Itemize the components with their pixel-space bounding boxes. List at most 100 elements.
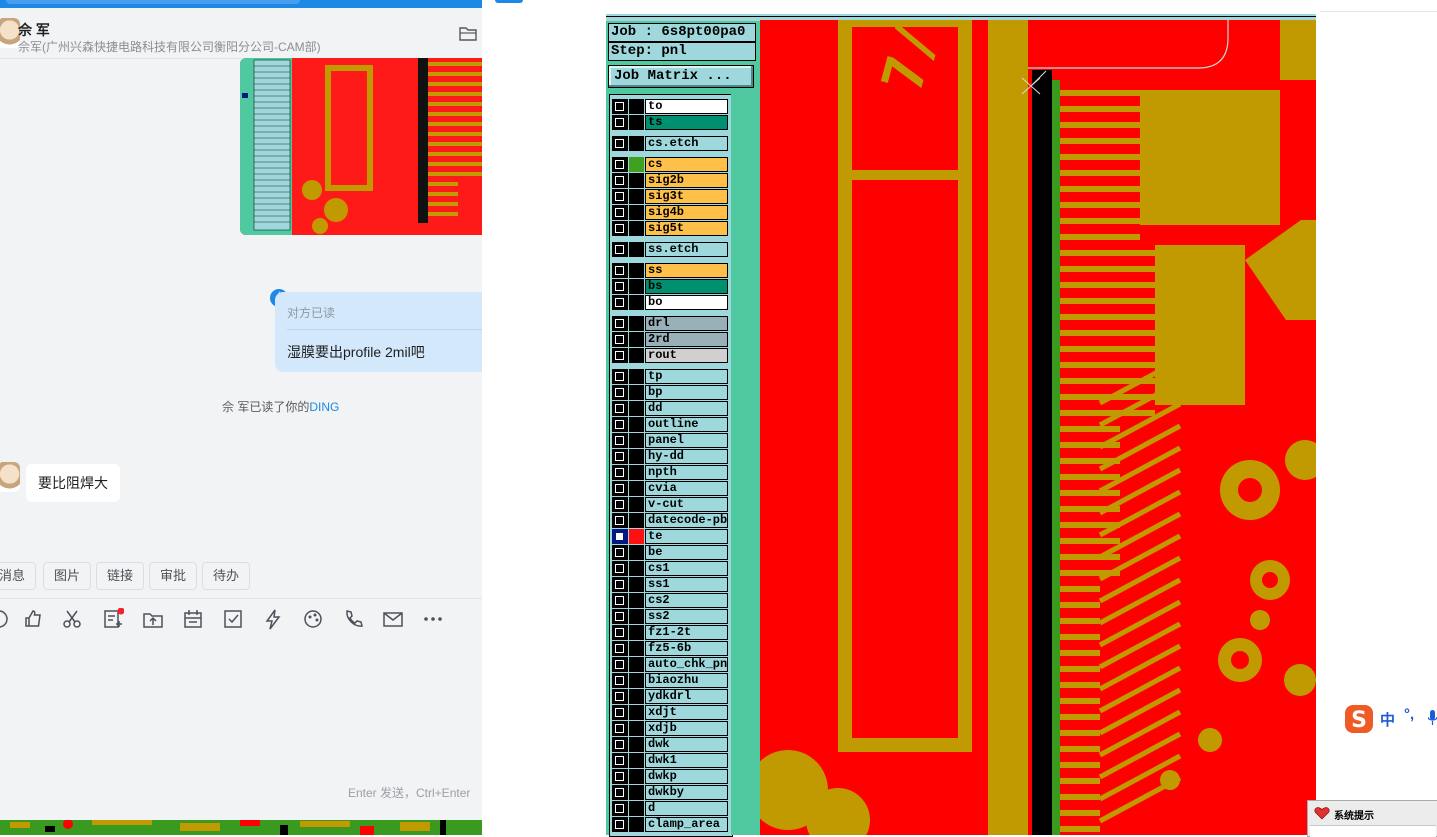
layer-color-swatch[interactable] <box>629 295 644 310</box>
sender-avatar[interactable] <box>0 462 20 492</box>
layer-name[interactable]: ts <box>645 115 728 130</box>
phone-icon[interactable] <box>342 608 364 630</box>
layer-row-ts[interactable]: ts <box>612 115 728 130</box>
layer-checkbox[interactable] <box>612 189 628 204</box>
layer-name[interactable]: ss.etch <box>645 242 728 257</box>
layer-checkbox[interactable] <box>612 115 628 130</box>
layer-row-te[interactable]: te <box>612 529 728 544</box>
layer-color-swatch[interactable] <box>629 497 644 512</box>
image-message-thumbnail[interactable] <box>240 58 482 235</box>
layer-checkbox[interactable] <box>612 242 628 257</box>
layer-name[interactable]: panel <box>645 433 728 448</box>
layer-color-swatch[interactable] <box>629 593 644 608</box>
layer-checkbox[interactable] <box>612 263 628 278</box>
layer-name[interactable]: bp <box>645 385 728 400</box>
layer-row-panel[interactable]: panel <box>612 433 728 448</box>
layer-checkbox[interactable] <box>612 625 628 640</box>
layer-checkbox[interactable] <box>612 577 628 592</box>
layer-row-dwkby[interactable]: dwkby <box>612 785 728 800</box>
layer-color-swatch[interactable] <box>629 801 644 816</box>
layer-name[interactable]: fz5-6b <box>645 641 728 656</box>
layer-name[interactable]: cs <box>645 157 728 172</box>
layer-row-drl[interactable]: drl <box>612 316 728 331</box>
layer-color-swatch[interactable] <box>629 577 644 592</box>
ime-toolbar[interactable]: S 中 °, <box>1342 702 1437 734</box>
layer-checkbox[interactable] <box>612 705 628 720</box>
layer-checkbox[interactable] <box>612 348 628 363</box>
layer-checkbox[interactable] <box>612 801 628 816</box>
layer-checkbox[interactable] <box>612 737 628 752</box>
layer-checkbox[interactable] <box>612 641 628 656</box>
layer-color-swatch[interactable] <box>629 609 644 624</box>
scissors-icon[interactable] <box>61 608 83 630</box>
layer-checkbox[interactable] <box>612 513 628 528</box>
layer-checkbox[interactable] <box>612 529 628 544</box>
layer-row-ydkdrl[interactable]: ydkdrl <box>612 689 728 704</box>
layer-color-swatch[interactable] <box>629 348 644 363</box>
layer-name[interactable]: ydkdrl <box>645 689 728 704</box>
ime-punctuation[interactable]: °, <box>1404 706 1414 723</box>
layer-row-ss[interactable]: ss <box>612 263 728 278</box>
layer-color-swatch[interactable] <box>629 561 644 576</box>
layer-color-swatch[interactable] <box>629 753 644 768</box>
layer-name[interactable]: dwk1 <box>645 753 728 768</box>
layer-row-dwk[interactable]: dwk <box>612 737 728 752</box>
layer-color-swatch[interactable] <box>629 316 644 331</box>
layer-name[interactable]: rout <box>645 348 728 363</box>
layer-name[interactable]: npth <box>645 465 728 480</box>
layer-row-2rd[interactable]: 2rd <box>612 332 728 347</box>
layer-checkbox[interactable] <box>612 433 628 448</box>
layer-checkbox[interactable] <box>612 205 628 220</box>
layer-color-swatch[interactable] <box>629 205 644 220</box>
layer-checkbox[interactable] <box>612 657 628 672</box>
layer-color-swatch[interactable] <box>629 279 644 294</box>
layer-color-swatch[interactable] <box>629 785 644 800</box>
layer-name[interactable]: cs1 <box>645 561 728 576</box>
layer-checkbox[interactable] <box>612 465 628 480</box>
layer-row-cs[interactable]: cs <box>612 157 728 172</box>
layer-row-ss2[interactable]: ss2 <box>612 609 728 624</box>
layer-name[interactable]: cs2 <box>645 593 728 608</box>
layer-color-swatch[interactable] <box>629 433 644 448</box>
layer-row-sig2b[interactable]: sig2b <box>612 173 728 188</box>
layer-row-dwk1[interactable]: dwk1 <box>612 753 728 768</box>
contact-name[interactable]: 佘 军 <box>18 20 50 40</box>
layer-row-cs1[interactable]: cs1 <box>612 561 728 576</box>
layer-scroll-area[interactable] <box>731 94 759 835</box>
layer-color-swatch[interactable] <box>629 136 644 151</box>
incoming-message-text[interactable]: 要比阻焊大 <box>26 464 120 502</box>
chip-message[interactable]: 消息 <box>0 562 37 590</box>
layer-row-hy-dd[interactable]: hy-dd <box>612 449 728 464</box>
layer-name[interactable]: dwkby <box>645 785 728 800</box>
layer-checkbox[interactable] <box>612 481 628 496</box>
layer-checkbox[interactable] <box>612 497 628 512</box>
pcb-canvas[interactable]: 7/ <box>760 20 1316 835</box>
layer-row-fz1-2t[interactable]: fz1-2t <box>612 625 728 640</box>
layer-name[interactable]: bs <box>645 279 728 294</box>
layer-name[interactable]: ss2 <box>645 609 728 624</box>
system-prompt-window[interactable]: 系统提示 <box>1307 800 1437 837</box>
layer-row-biaozhu[interactable]: biaozhu <box>612 673 728 688</box>
layer-row-npth[interactable]: npth <box>612 465 728 480</box>
layer-row-dwkp[interactable]: dwkp <box>612 769 728 784</box>
layer-color-swatch[interactable] <box>629 369 644 384</box>
checkbox-icon[interactable] <box>222 608 244 630</box>
layer-color-swatch[interactable] <box>629 769 644 784</box>
palette-icon[interactable] <box>302 608 324 630</box>
layer-name[interactable]: xdjb <box>645 721 728 736</box>
layer-color-swatch[interactable] <box>629 625 644 640</box>
layer-color-swatch[interactable] <box>629 332 644 347</box>
layer-row-cvia[interactable]: cvia <box>612 481 728 496</box>
layer-name[interactable]: tp <box>645 369 728 384</box>
job-matrix-button[interactable]: Job Matrix ... <box>608 65 754 88</box>
more-icon[interactable] <box>422 608 444 630</box>
layer-name[interactable]: cs.etch <box>645 136 728 151</box>
layer-row-sig4b[interactable]: sig4b <box>612 205 728 220</box>
layer-name[interactable]: hy-dd <box>645 449 728 464</box>
layer-checkbox[interactable] <box>612 417 628 432</box>
layer-name[interactable]: auto_chk_pnl <box>645 657 728 672</box>
calendar-icon[interactable] <box>182 608 204 630</box>
layer-name[interactable]: 2rd <box>645 332 728 347</box>
layer-color-swatch[interactable] <box>629 737 644 752</box>
layer-color-swatch[interactable] <box>629 465 644 480</box>
